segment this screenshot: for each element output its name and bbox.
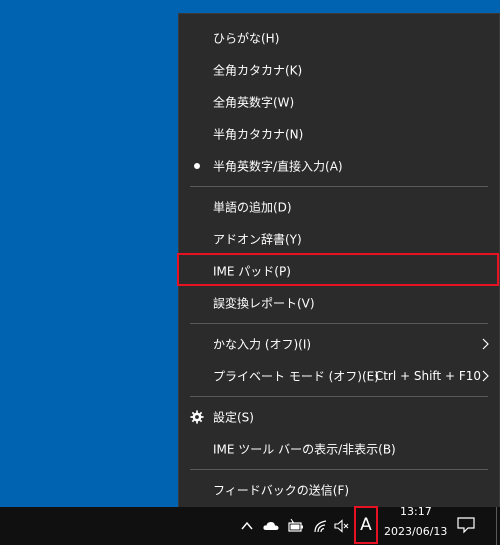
- menu-item-label: フィードバックの送信(F): [213, 483, 350, 498]
- menu-separator: [190, 186, 488, 187]
- selected-bullet-icon: [194, 163, 200, 169]
- menu-item-halfwidth-katakana[interactable]: 半角カタカナ(N): [179, 118, 499, 150]
- menu-item-add-word[interactable]: 単語の追加(D): [179, 191, 499, 223]
- menu-item-label: 設定(S): [213, 410, 254, 425]
- menu-item-label: プライベート モード (オフ)(E): [213, 369, 379, 384]
- menu-item-settings[interactable]: 設定(S): [179, 401, 499, 433]
- menu-item-hiragana[interactable]: ひらがな(H): [179, 22, 499, 54]
- clock-time: 13:17: [400, 505, 432, 518]
- cloud-icon[interactable]: [262, 517, 280, 535]
- menu-item-fullwidth-alphanumeric[interactable]: 全角英数字(W): [179, 86, 499, 118]
- menu-item-label: 全角英数字(W): [213, 95, 295, 110]
- ime-mode-label: A: [360, 515, 372, 535]
- menu-item-label: 誤変換レポート(V): [213, 296, 315, 311]
- system-clock[interactable]: 13:17 2023/06/13: [384, 505, 450, 543]
- chevron-right-icon: [482, 370, 489, 382]
- ime-pad-highlight-box: [177, 253, 499, 286]
- ime-context-menu: ひらがな(H) 全角カタカナ(K) 全角英数字(W) 半角カタカナ(N) 半角英…: [177, 13, 500, 513]
- menu-separator: [190, 396, 488, 397]
- battery-icon[interactable]: [287, 517, 305, 535]
- menu-item-send-feedback[interactable]: フィードバックの送信(F): [179, 474, 499, 506]
- menu-separator: [190, 323, 488, 324]
- menu-item-fullwidth-katakana[interactable]: 全角カタカナ(K): [179, 54, 499, 86]
- menu-item-private-mode[interactable]: プライベート モード (オフ)(E) Ctrl + Shift + F10: [179, 360, 499, 392]
- menu-item-label: かな入力 (オフ)(I): [213, 337, 312, 352]
- menu-item-misconversion-report[interactable]: 誤変換レポート(V): [179, 287, 499, 319]
- menu-item-label: 半角カタカナ(N): [213, 127, 304, 142]
- chevron-up-icon[interactable]: [238, 517, 256, 535]
- speaker-muted-icon[interactable]: [333, 517, 351, 535]
- ime-mode-indicator[interactable]: A: [354, 506, 378, 544]
- menu-item-label: アドオン辞書(Y): [213, 232, 302, 247]
- notification-icon[interactable]: [456, 516, 476, 534]
- clock-date: 2023/06/13: [384, 525, 448, 538]
- menu-item-label: IME ツール バーの表示/非表示(B): [213, 442, 396, 457]
- menu-item-label: ひらがな(H): [213, 31, 280, 46]
- menu-item-label: 単語の追加(D): [213, 200, 292, 215]
- show-desktop-button[interactable]: [496, 507, 497, 545]
- menu-item-addon-dictionary[interactable]: アドオン辞書(Y): [179, 223, 499, 255]
- shortcut-label: Ctrl + Shift + F10: [374, 369, 481, 383]
- menu-item-label: 全角カタカナ(K): [213, 63, 303, 78]
- menu-separator: [190, 469, 488, 470]
- menu-item-label: 半角英数字/直接入力(A): [213, 159, 343, 174]
- menu-item-halfwidth-alphanumeric[interactable]: 半角英数字/直接入力(A): [179, 150, 499, 182]
- menu-item-kana-input[interactable]: かな入力 (オフ)(I): [179, 328, 499, 360]
- chevron-right-icon: [482, 338, 489, 350]
- wifi-icon[interactable]: [312, 517, 330, 535]
- gear-icon: [190, 410, 204, 424]
- menu-item-toggle-ime-toolbar[interactable]: IME ツール バーの表示/非表示(B): [179, 433, 499, 465]
